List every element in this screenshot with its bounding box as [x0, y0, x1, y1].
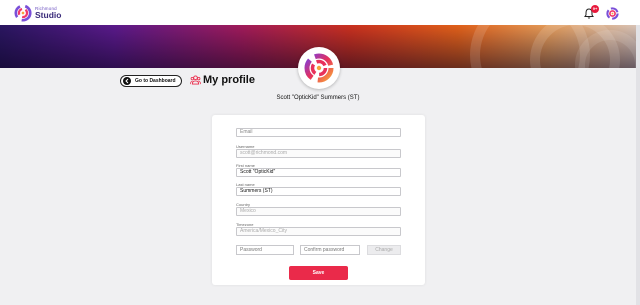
username-field[interactable]: scott@richmond.com [236, 149, 401, 158]
brand-logo[interactable]: Richmond Studio [14, 4, 61, 22]
notification-badge: 9+ [591, 5, 599, 13]
last-name-field[interactable]: Summers (ST) [236, 187, 401, 196]
profile-group-icon [190, 75, 201, 85]
page-title-text: My profile [203, 74, 255, 86]
user-display-name: Scott "OpticKid" Summers (ST) [276, 95, 360, 101]
save-button[interactable]: Save [289, 266, 348, 280]
first-name-field[interactable]: Scott "OpticKid" [236, 168, 401, 177]
page-title: My profile [190, 74, 255, 86]
arrow-left-icon [123, 77, 131, 85]
confirm-password-field[interactable]: Confirm password [300, 245, 360, 255]
first-name-field-group: First name Scott "OpticKid" [236, 163, 401, 177]
username-field-group: Username scott@richmond.com [236, 144, 401, 158]
page-scrollbar[interactable] [636, 25, 640, 305]
richmond-swirl-logo-icon [14, 4, 32, 22]
country-select[interactable]: Mexico [236, 207, 401, 216]
password-field[interactable]: Password [236, 245, 294, 255]
email-field[interactable]: Email [236, 128, 401, 137]
profile-avatar-logo-icon [304, 53, 334, 83]
user-avatar-icon[interactable] [606, 7, 619, 20]
top-bar: Richmond Studio 9+ [0, 0, 640, 25]
go-to-dashboard-button[interactable]: Go to Dashboard [120, 75, 182, 87]
profile-avatar[interactable] [298, 47, 340, 89]
brand-name: Studio [35, 10, 62, 20]
timezone-field-group: Timezone America/Mexico_City [236, 222, 401, 236]
last-name-field-group: Last name Summers (ST) [236, 182, 401, 196]
country-field-group: Country Mexico [236, 202, 401, 216]
email-field-group: Email [236, 128, 401, 137]
go-to-dashboard-label: Go to Dashboard [135, 78, 176, 84]
timezone-select[interactable]: America/Mexico_City [236, 227, 401, 236]
profile-form-card [212, 115, 425, 285]
change-password-button[interactable]: Change [367, 245, 401, 255]
